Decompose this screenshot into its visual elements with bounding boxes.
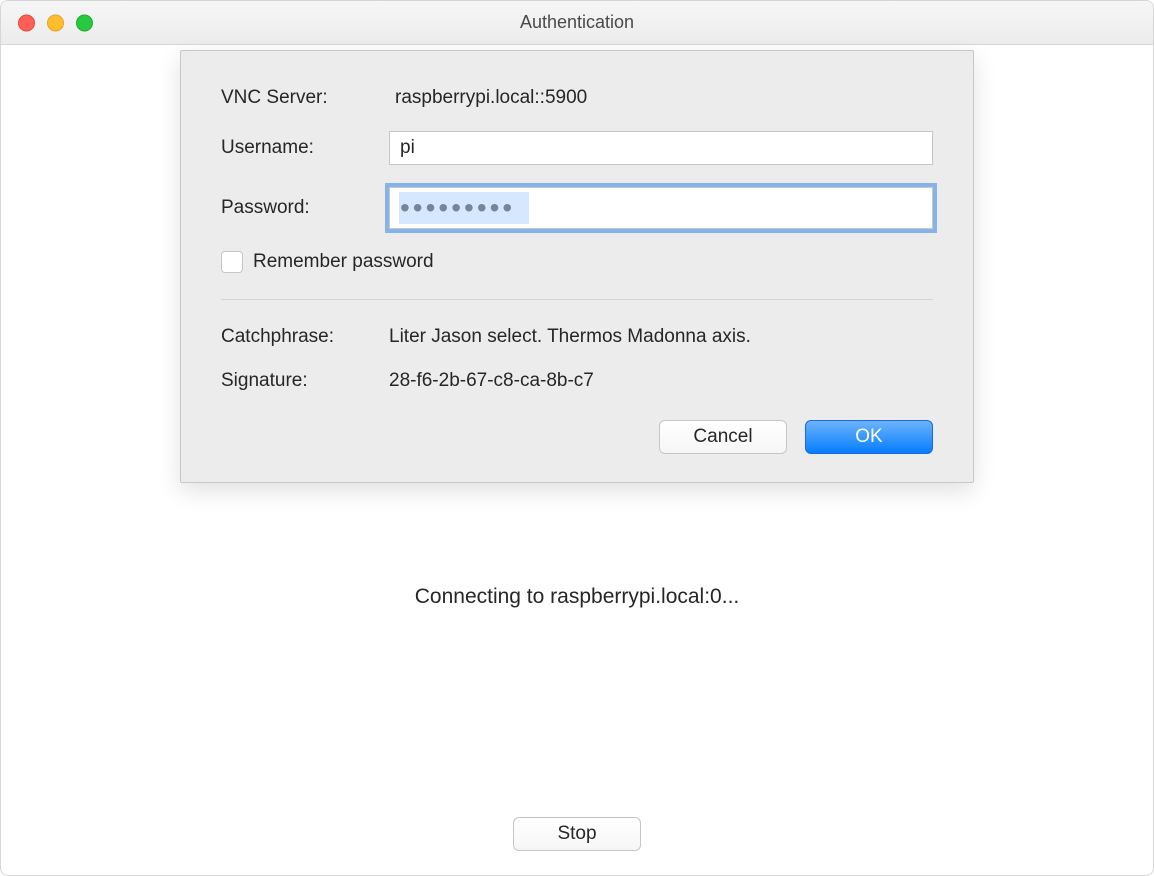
password-wrapper bbox=[389, 187, 933, 229]
signature-row: Signature: 28-f6-2b-67-c8-ca-8b-c7 bbox=[221, 370, 933, 392]
main-window: Authentication VNC Server: raspberrypi.l… bbox=[0, 0, 1154, 876]
password-row: Password: bbox=[221, 187, 933, 229]
titlebar: Authentication bbox=[1, 1, 1153, 45]
password-label: Password: bbox=[221, 197, 389, 219]
stop-button-wrap: Stop bbox=[1, 817, 1153, 851]
window-body: VNC Server: raspberrypi.local::5900 User… bbox=[1, 45, 1153, 875]
catchphrase-value: Liter Jason select. Thermos Madonna axis… bbox=[389, 326, 751, 348]
remember-password-checkbox[interactable] bbox=[221, 251, 243, 273]
connecting-status: Connecting to raspberrypi.local:0... bbox=[1, 585, 1153, 609]
minimize-icon[interactable] bbox=[47, 14, 64, 31]
password-field[interactable] bbox=[389, 187, 933, 229]
stop-button[interactable]: Stop bbox=[513, 817, 641, 851]
close-icon[interactable] bbox=[18, 14, 35, 31]
ok-button[interactable]: OK bbox=[805, 420, 933, 454]
signature-value: 28-f6-2b-67-c8-ca-8b-c7 bbox=[389, 370, 594, 392]
remember-password-row: Remember password bbox=[221, 251, 933, 273]
vnc-server-label: VNC Server: bbox=[221, 87, 389, 109]
divider bbox=[221, 299, 933, 300]
traffic-lights bbox=[18, 14, 93, 31]
username-row: Username: bbox=[221, 131, 933, 165]
catchphrase-label: Catchphrase: bbox=[221, 326, 389, 348]
window-title: Authentication bbox=[1, 12, 1153, 33]
cancel-button[interactable]: Cancel bbox=[659, 420, 787, 454]
dialog-buttons: Cancel OK bbox=[221, 420, 933, 454]
signature-label: Signature: bbox=[221, 370, 389, 392]
zoom-icon[interactable] bbox=[76, 14, 93, 31]
vnc-server-value: raspberrypi.local::5900 bbox=[389, 87, 587, 109]
remember-password-label[interactable]: Remember password bbox=[253, 251, 434, 273]
catchphrase-row: Catchphrase: Liter Jason select. Thermos… bbox=[221, 326, 933, 348]
vnc-server-row: VNC Server: raspberrypi.local::5900 bbox=[221, 87, 933, 109]
username-field[interactable] bbox=[389, 131, 933, 165]
username-label: Username: bbox=[221, 137, 389, 159]
authentication-dialog: VNC Server: raspberrypi.local::5900 User… bbox=[180, 50, 974, 483]
